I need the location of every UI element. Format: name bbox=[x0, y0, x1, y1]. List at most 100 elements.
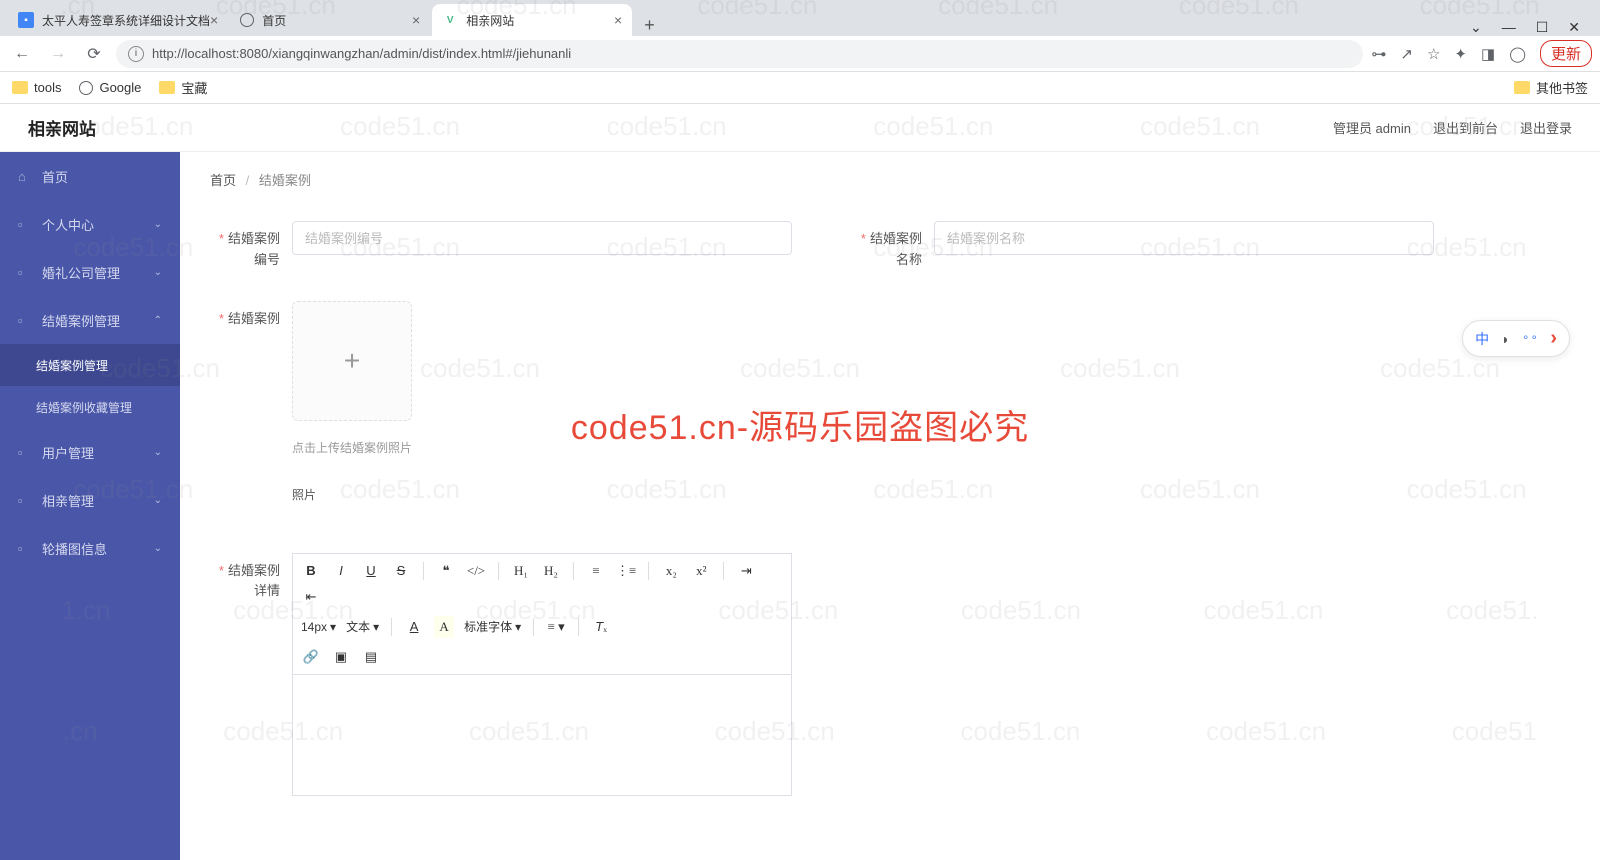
extensions-icon[interactable]: ✦ bbox=[1454, 45, 1467, 63]
bg-color-button[interactable]: A bbox=[434, 616, 454, 638]
upload-hint: 点击上传结婚案例照片 bbox=[292, 439, 412, 456]
list-ordered-button[interactable]: ≡ bbox=[586, 560, 606, 582]
link-button[interactable]: 🔗 bbox=[301, 646, 321, 668]
breadcrumb: 首页 / 结婚案例 bbox=[180, 152, 1600, 201]
input-method-widget[interactable]: 中 ◗ ⚬⚬ › bbox=[1462, 320, 1570, 357]
close-icon[interactable]: × bbox=[412, 12, 420, 28]
bookmark-star-icon[interactable]: ☆ bbox=[1427, 45, 1440, 63]
image-button[interactable]: ▣ bbox=[331, 646, 351, 668]
case-code-input[interactable] bbox=[292, 221, 792, 255]
moon-icon[interactable]: ◗ bbox=[1501, 331, 1509, 347]
browser-tab-2[interactable]: V 相亲网站 × bbox=[432, 4, 632, 36]
sidebar-item-company[interactable]: ▫婚礼公司管理⌄ bbox=[0, 248, 180, 296]
ime-cn-button[interactable]: 中 bbox=[1475, 329, 1489, 349]
tab-title: 太平人寿签章系统详细设计文档 bbox=[42, 12, 210, 29]
url-input[interactable]: i http://localhost:8080/xiangqinwangzhan… bbox=[116, 40, 1363, 68]
window-minimize[interactable]: — bbox=[1502, 19, 1516, 36]
bookmark-tools[interactable]: tools bbox=[12, 80, 61, 95]
case-name-input[interactable] bbox=[934, 221, 1434, 255]
sidebar: ⌂首页 ▫个人中心⌄ ▫婚礼公司管理⌄ ▫结婚案例管理⌃ 结婚案例管理 结婚案例… bbox=[0, 152, 180, 860]
logout-button[interactable]: 退出登录 bbox=[1520, 118, 1572, 137]
nav-forward-button[interactable]: → bbox=[44, 40, 72, 68]
h2-button[interactable]: H₂ bbox=[541, 560, 561, 582]
chevron-down-icon: ⌄ bbox=[154, 543, 162, 554]
nav-reload-button[interactable]: ⟳ bbox=[80, 40, 108, 68]
editor-content[interactable] bbox=[293, 675, 791, 795]
to-front-button[interactable]: 退出到前台 bbox=[1433, 118, 1498, 137]
field-label: *结婚案例名称 bbox=[852, 221, 922, 271]
clear-format-button[interactable]: Tₓ bbox=[591, 616, 611, 638]
tab-title: 首页 bbox=[262, 12, 286, 29]
sidepanel-icon[interactable]: ◨ bbox=[1481, 45, 1495, 63]
italic-button[interactable]: I bbox=[331, 560, 351, 582]
share-icon[interactable]: ↗ bbox=[1400, 45, 1413, 63]
sidebar-item-dating[interactable]: ▫相亲管理⌄ bbox=[0, 476, 180, 524]
window-maximize[interactable]: ☐ bbox=[1536, 19, 1549, 36]
close-icon[interactable]: × bbox=[210, 12, 218, 28]
video-button[interactable]: ▤ bbox=[361, 646, 381, 668]
bookmarks-bar: tools Google 宝藏 其他书签 bbox=[0, 72, 1600, 104]
bold-button[interactable]: B bbox=[301, 560, 321, 582]
outdent-button[interactable]: ⇤ bbox=[301, 586, 321, 608]
align-select[interactable]: ≡ ▾ bbox=[546, 616, 566, 638]
text-type-select[interactable]: 文本 ▾ bbox=[346, 618, 379, 635]
app-title: 相亲网站 bbox=[28, 115, 96, 140]
sidebar-item-users[interactable]: ▫用户管理⌄ bbox=[0, 428, 180, 476]
bookmark-google[interactable]: Google bbox=[79, 80, 141, 95]
sidebar-item-cases[interactable]: ▫结婚案例管理⌃ bbox=[0, 296, 180, 344]
browser-tab-0[interactable]: ▪ 太平人寿签章系统详细设计文档 × bbox=[8, 4, 228, 36]
url-text: http://localhost:8080/xiangqinwangzhan/a… bbox=[152, 46, 571, 61]
update-button[interactable]: 更新 bbox=[1540, 40, 1592, 67]
sidebar-item-case-manage[interactable]: 结婚案例管理 bbox=[0, 344, 180, 386]
underline-button[interactable]: U bbox=[361, 560, 381, 582]
quote-button[interactable]: ❝ bbox=[436, 560, 456, 582]
close-icon[interactable]: × bbox=[614, 12, 622, 28]
vue-icon: V bbox=[442, 12, 458, 28]
font-family-select[interactable]: 标准字体 ▾ bbox=[464, 618, 521, 635]
sidebar-item-personal[interactable]: ▫个人中心⌄ bbox=[0, 200, 180, 248]
sidebar-item-home[interactable]: ⌂首页 bbox=[0, 152, 180, 200]
superscript-button[interactable]: x² bbox=[691, 560, 711, 582]
bookmark-treasure[interactable]: 宝藏 bbox=[159, 78, 207, 97]
new-tab-button[interactable]: + bbox=[634, 15, 665, 36]
folder-icon bbox=[159, 81, 175, 94]
folder-icon bbox=[12, 81, 28, 94]
sidebar-item-carousel[interactable]: ▫轮播图信息⌄ bbox=[0, 524, 180, 572]
browser-tab-strip: ▪ 太平人寿签章系统详细设计文档 × 首页 × V 相亲网站 × + ⌄ — ☐… bbox=[0, 0, 1600, 36]
dots-icon[interactable]: ⚬⚬ bbox=[1522, 333, 1539, 344]
form: *结婚案例编号 *结婚案例名称 *结婚案例 + 点击上传结婚案例照片 照片 *结… bbox=[180, 201, 1600, 816]
user-icon: ▫ bbox=[18, 217, 32, 232]
other-bookmarks[interactable]: 其他书签 bbox=[1514, 78, 1588, 97]
strike-button[interactable]: S bbox=[391, 560, 411, 582]
window-controls: ⌄ — ☐ ✕ bbox=[1458, 19, 1592, 36]
text-color-button[interactable]: A bbox=[404, 616, 424, 638]
field-case-detail: *结婚案例详情 B I U S ❝ </> H₁ H₂ ≡ bbox=[210, 553, 1570, 796]
list-bullet-button[interactable]: ⋮≡ bbox=[616, 560, 636, 582]
grid-icon: ▫ bbox=[18, 265, 32, 280]
info-icon[interactable]: i bbox=[128, 46, 144, 62]
window-close[interactable]: ✕ bbox=[1568, 19, 1580, 36]
h1-button[interactable]: H₁ bbox=[511, 560, 531, 582]
address-bar: ← → ⟳ i http://localhost:8080/xiangqinwa… bbox=[0, 36, 1600, 72]
browser-tab-1[interactable]: 首页 × bbox=[230, 4, 430, 36]
sidebar-item-case-favorite[interactable]: 结婚案例收藏管理 bbox=[0, 386, 180, 428]
chevron-right-icon[interactable]: › bbox=[1550, 327, 1557, 350]
window-dropdown[interactable]: ⌄ bbox=[1470, 19, 1482, 36]
user-label[interactable]: 管理员 admin bbox=[1333, 118, 1411, 137]
profile-icon[interactable]: ◯ bbox=[1509, 45, 1526, 63]
content-area: 首页 / 结婚案例 *结婚案例编号 *结婚案例名称 *结婚案例 + 点击上传结婚 bbox=[180, 152, 1600, 860]
nav-back-button[interactable]: ← bbox=[8, 40, 36, 68]
breadcrumb-separator: / bbox=[246, 173, 250, 188]
breadcrumb-home[interactable]: 首页 bbox=[210, 173, 236, 188]
font-size-select[interactable]: 14px ▾ bbox=[301, 620, 336, 634]
breadcrumb-current: 结婚案例 bbox=[259, 173, 311, 188]
field-label: *结婚案例详情 bbox=[210, 553, 280, 603]
code-button[interactable]: </> bbox=[466, 560, 486, 582]
editor-toolbar: B I U S ❝ </> H₁ H₂ ≡ ⋮≡ x₂ bbox=[293, 554, 791, 675]
upload-photo-button[interactable]: + bbox=[292, 301, 412, 421]
field-case-photo: *结婚案例 + 点击上传结婚案例照片 照片 bbox=[210, 301, 1570, 503]
indent-button[interactable]: ⇥ bbox=[736, 560, 756, 582]
password-icon[interactable]: ⊶ bbox=[1371, 45, 1386, 63]
field-label: *结婚案例 bbox=[210, 301, 280, 330]
subscript-button[interactable]: x₂ bbox=[661, 560, 681, 582]
